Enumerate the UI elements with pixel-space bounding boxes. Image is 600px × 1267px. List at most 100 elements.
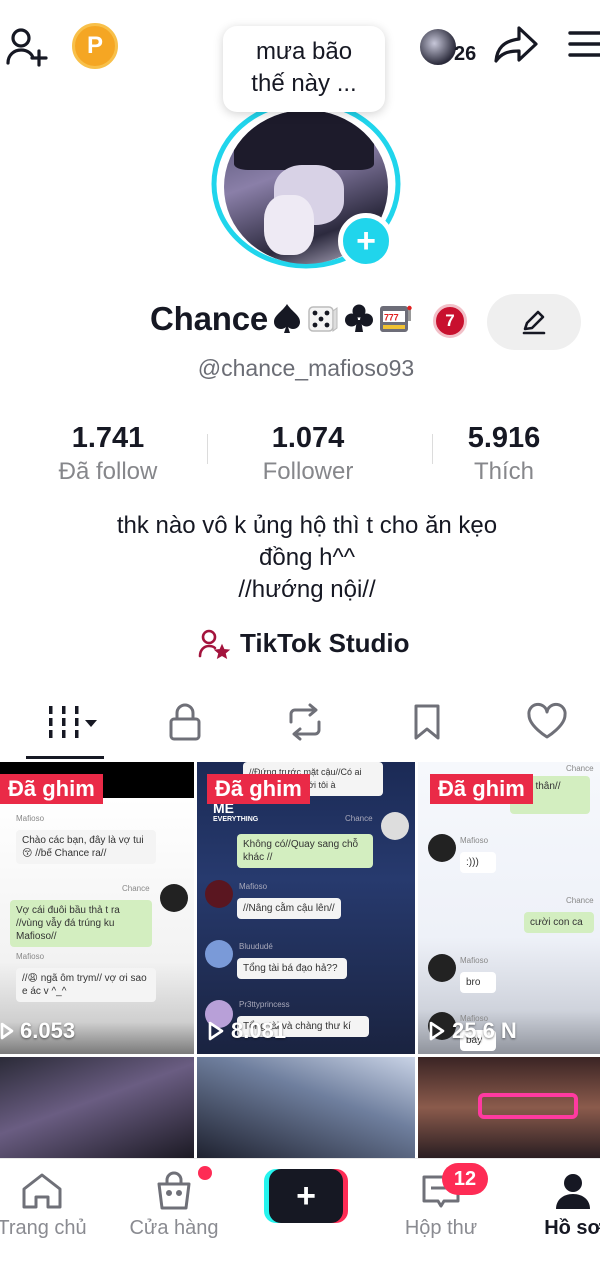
avatar-hand-shape — [264, 195, 314, 255]
spade-suit-icon — [270, 301, 304, 335]
profile-viewers[interactable]: 26 — [418, 24, 476, 70]
tab-liked[interactable] — [522, 696, 572, 748]
share-icon[interactable] — [492, 22, 540, 68]
profile-handle: @chance_mafioso93 — [197, 355, 415, 381]
videos-grid-icon — [49, 706, 97, 738]
nav-profile-label: Hồ sơ — [544, 1217, 600, 1239]
coin-letter: P — [72, 23, 118, 69]
edit-profile-button[interactable] — [487, 294, 581, 350]
tab-saved[interactable] — [402, 696, 452, 748]
shopping-bag-icon — [157, 1171, 191, 1210]
chat-avatar — [381, 812, 409, 840]
viewer-count: 26 — [454, 42, 477, 65]
bio-line-1: thk nào vô k ủng hộ thì t cho ăn kẹo — [116, 512, 498, 539]
chat-avatar — [205, 880, 233, 908]
viewer-avatar — [418, 27, 458, 67]
inbox-badge: 12 — [442, 1163, 488, 1195]
avatar-hat-shape — [234, 110, 374, 170]
stat-following-label: Đã follow — [58, 458, 158, 485]
stat-following[interactable]: 1.741 Đã follow — [40, 420, 176, 488]
tab-reposts[interactable] — [280, 696, 330, 748]
chat-name: Chance — [566, 896, 594, 905]
repost-icon — [289, 703, 321, 741]
chat-name: Chance — [566, 764, 594, 773]
pencil-icon — [522, 310, 546, 335]
bio-line-3: //hướng nội// — [238, 576, 376, 603]
view-count: 8.081 — [207, 1018, 286, 1044]
bookmark-icon — [414, 704, 440, 740]
chat-name: Pr3ttyprincess — [239, 1000, 290, 1009]
stat-likes-label: Thích — [473, 458, 535, 485]
chat-bubble: Vợ cái đuôi bầu thả t ra //vùng vẫy đá t… — [10, 900, 152, 947]
active-tab-indicator — [26, 756, 104, 759]
tab-private[interactable] — [160, 696, 210, 748]
stat-likes[interactable]: 5.916 Thích — [448, 420, 560, 488]
coin-icon[interactable]: P — [72, 23, 118, 69]
video-tile[interactable] — [197, 1057, 415, 1158]
chat-avatar — [428, 954, 456, 982]
nav-inbox-label: Hộp thư — [404, 1217, 478, 1239]
plus-icon: + — [269, 1169, 343, 1223]
video-tile[interactable]: Chance tình thân// Mafioso :))) Chance c… — [418, 762, 600, 1054]
create-button[interactable]: + — [264, 1169, 348, 1223]
heart-icon — [527, 702, 567, 739]
view-count-value: 6.053 — [20, 1018, 76, 1043]
note-line-1: mưa bão — [255, 38, 353, 65]
play-icon — [0, 1021, 14, 1041]
slot-machine-icon: 777 — [378, 301, 412, 335]
svg-text:777: 777 — [384, 313, 399, 323]
chat-name: Bluududé — [239, 942, 273, 951]
tab-videos[interactable] — [30, 696, 104, 748]
chat-bubble: bro — [460, 972, 496, 993]
nav-shop[interactable]: Cửa hàng — [126, 1171, 222, 1240]
nav-profile[interactable]: Hồ sơ — [540, 1171, 600, 1240]
menu-icon[interactable] — [566, 26, 600, 62]
note-line-2: thế này ... — [251, 70, 357, 97]
view-count: 25,6 N — [428, 1018, 517, 1044]
chat-name: Mafioso — [16, 814, 45, 823]
stat-followers-label: Follower — [262, 458, 354, 485]
shop-notification-dot — [198, 1166, 212, 1180]
lock-icon — [169, 703, 201, 741]
chat-avatar — [428, 834, 456, 862]
chat-bubble: Chào các bạn, đây là vợ tui 😚 //bế Chanc… — [16, 830, 156, 864]
nav-home[interactable]: Trang chủ — [0, 1171, 87, 1240]
video-tile[interactable]: //Đứng trước mặt cậu//Có ai đang ăn hiếp… — [197, 762, 415, 1054]
play-icon — [428, 1020, 446, 1042]
stat-followers[interactable]: 1.074 Follower — [238, 420, 378, 488]
bio-line-2: đồng h^^ — [259, 544, 355, 571]
view-count-value: 25,6 N — [452, 1018, 517, 1043]
pinned-tag: Đã ghim — [0, 774, 103, 804]
add-friend-icon[interactable] — [4, 24, 50, 70]
profile-icon — [556, 1174, 590, 1209]
chat-bubble: Không có//Quay sang chỗ khác // — [237, 834, 373, 868]
stat-following-value: 1.741 — [71, 422, 145, 454]
stat-followers-value: 1.074 — [271, 422, 345, 454]
video-tile[interactable] — [0, 1057, 194, 1158]
note-bubble[interactable]: mưa bão thế này ... — [223, 26, 385, 112]
chat-name: Mafioso — [239, 882, 268, 891]
chat-avatar — [205, 940, 233, 968]
chat-bubble: //Nâng cằm cậu lên// — [237, 898, 341, 919]
profile-name: Chance 777 — [150, 300, 412, 338]
video-tile[interactable] — [418, 1057, 600, 1158]
tiktok-studio-link[interactable]: TikTok Studio — [198, 628, 409, 659]
pinned-tag: Đã ghim — [430, 774, 533, 804]
chat-bubble: Tổng tài bá đạo hả?? — [237, 958, 347, 979]
view-count: 6.053 — [0, 1018, 75, 1044]
chat-name: Chance — [122, 884, 150, 893]
dice-icon — [306, 301, 340, 335]
profile-bio: thk nào vô k ủng hộ thì t cho ăn kẹo đồn… — [0, 510, 600, 606]
chat-name: Chance — [345, 814, 373, 823]
add-story-plus-icon[interactable]: + — [338, 213, 394, 269]
level-badge[interactable]: 7 — [433, 304, 467, 338]
chat-name: Mafioso — [16, 952, 45, 961]
everything-label: EVERYTHING — [213, 816, 259, 823]
chat-bubble: cười con ca — [524, 912, 594, 933]
view-count-value: 8.081 — [231, 1018, 287, 1043]
play-icon — [207, 1020, 225, 1042]
profile-name-text: Chance — [150, 300, 269, 337]
video-tile[interactable]: Mafioso Chào các bạn, đây là vợ tui 😚 //… — [0, 762, 194, 1054]
tiktok-studio-label: TikTok Studio — [240, 628, 410, 658]
bottom-nav: Trang chủ Cửa hàng + Hộp thư Hồ sơ — [0, 1158, 600, 1267]
